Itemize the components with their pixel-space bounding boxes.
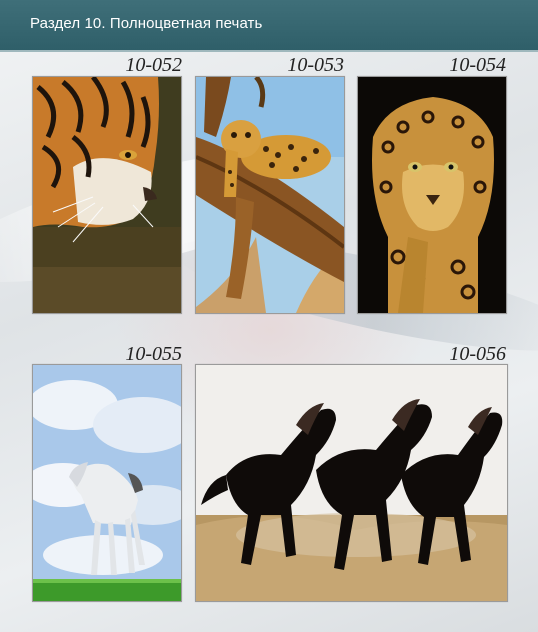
product-code: 10-054 bbox=[449, 54, 506, 76]
product-image-tiger[interactable] bbox=[32, 76, 182, 314]
product-image-white-horse[interactable] bbox=[32, 364, 182, 602]
product-image-leopard[interactable] bbox=[195, 76, 345, 314]
product-code: 10-052 bbox=[125, 54, 182, 76]
product-image-jaguar[interactable] bbox=[357, 76, 507, 314]
section-title: Раздел 10. Полноцветная печать bbox=[30, 15, 263, 32]
product-code: 10-053 bbox=[287, 54, 344, 76]
product-image-black-horses[interactable] bbox=[195, 364, 508, 602]
section-header: Раздел 10. Полноцветная печать bbox=[0, 0, 538, 52]
product-code: 10-055 bbox=[125, 343, 182, 365]
product-code: 10-056 bbox=[449, 343, 506, 365]
